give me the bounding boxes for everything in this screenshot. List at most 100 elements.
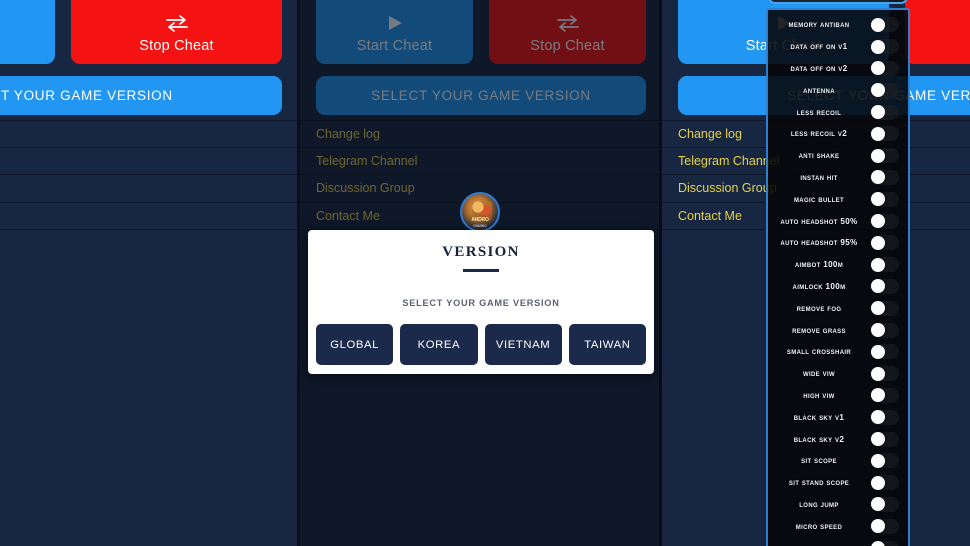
feature-row[interactable]: Sit Stand Scope xyxy=(768,472,908,494)
link-item-discussion-group[interactable]: Discussion Group xyxy=(0,175,298,203)
feature-toggle[interactable] xyxy=(870,148,899,164)
feature-row[interactable]: Black Sky V2 xyxy=(768,428,908,450)
feature-label: Memory Antiban xyxy=(788,20,850,30)
version-option-vietnam[interactable]: VIETNAM xyxy=(484,324,562,365)
screenshot-root: Start Cheat Stop Cheat SELECT YOUR GAME … xyxy=(0,0,970,546)
app-logo-avatar: ANDRO GAMING xyxy=(460,192,500,232)
feature-row[interactable]: Magic Bullet xyxy=(768,188,908,210)
version-option-taiwan[interactable]: TAIWAN xyxy=(568,324,646,365)
version-option-label: GLOBAL xyxy=(330,338,380,351)
phone-panel-right: Start Cheat Stop Cheat SELECT YOUR GAME … xyxy=(662,0,970,546)
modal-title-rule xyxy=(463,269,499,272)
feature-row[interactable]: Antenna xyxy=(768,79,908,101)
feature-toggle[interactable] xyxy=(870,344,899,360)
link-item-change-log[interactable]: Change log xyxy=(0,120,298,148)
feature-row[interactable]: Wide Viw xyxy=(768,363,908,385)
toggle-knob xyxy=(871,410,885,425)
link-item-contact-me[interactable]: Contact Me xyxy=(0,203,298,230)
feature-toggle[interactable] xyxy=(870,431,899,447)
logo-badge-text: ANDRO xyxy=(471,217,489,223)
feature-row[interactable]: Data Off On V2 xyxy=(768,58,908,80)
feature-toggle[interactable] xyxy=(870,540,899,546)
feature-row[interactable]: Auto Headshot 50% xyxy=(768,210,908,232)
feature-label: Small Crosshair xyxy=(786,347,852,357)
version-option-global[interactable]: GLOBAL xyxy=(316,324,394,365)
feature-label: Anti Shake xyxy=(798,151,840,161)
link-item-telegram-channel[interactable]: Telegram Channel xyxy=(0,148,298,175)
feature-overlay: Memory Antiban Data Off On V1 Data Off On … xyxy=(766,0,910,546)
toggle-knob xyxy=(871,432,885,447)
feature-toggle[interactable] xyxy=(870,475,899,491)
feature-toggle[interactable] xyxy=(870,39,899,55)
stop-cheat-button[interactable]: Stop Cheat xyxy=(905,0,970,64)
feature-row[interactable]: Micro Speed xyxy=(768,515,908,537)
link-list-left: Change log Telegram Channel Discussion G… xyxy=(0,120,298,230)
feature-toggle[interactable] xyxy=(870,235,899,251)
feature-row[interactable]: Less Recoil xyxy=(768,101,908,123)
feature-row[interactable]: Auto Headshot 95% xyxy=(768,232,908,254)
toggle-knob xyxy=(871,83,885,98)
feature-toggle[interactable] xyxy=(870,17,899,33)
feature-row[interactable]: Remove Fog xyxy=(768,297,908,319)
modal-option-row: GLOBAL KOREA VIETNAM TAIWAN xyxy=(316,324,646,365)
toggle-knob xyxy=(871,344,885,359)
feature-row[interactable]: Anti Shake xyxy=(768,145,908,167)
feature-toggle[interactable] xyxy=(870,126,899,142)
feature-row[interactable] xyxy=(768,537,908,546)
feature-row[interactable]: Data Off On V1 xyxy=(768,36,908,58)
feature-row[interactable]: High Viw xyxy=(768,385,908,407)
feature-toggle[interactable] xyxy=(870,278,899,294)
feature-row[interactable]: Aimbot 100M xyxy=(768,254,908,276)
feature-toggle-list[interactable]: Memory Antiban Data Off On V1 Data Off On … xyxy=(766,8,910,546)
feature-row[interactable]: Small Crosshair xyxy=(768,341,908,363)
link-label: Discussion Group xyxy=(678,181,777,196)
feature-search-box[interactable] xyxy=(768,0,908,4)
feature-toggle[interactable] xyxy=(870,409,899,425)
toggle-knob xyxy=(871,192,885,207)
feature-toggle[interactable] xyxy=(870,60,899,76)
feature-toggle[interactable] xyxy=(870,257,899,273)
feature-toggle[interactable] xyxy=(870,322,899,338)
feature-label: Aimbot 100M xyxy=(794,260,844,270)
feature-toggle[interactable] xyxy=(870,104,899,120)
version-option-label: KOREA xyxy=(417,338,461,351)
toggle-knob xyxy=(871,61,885,76)
feature-search-input[interactable] xyxy=(770,0,906,2)
feature-row[interactable]: Instan Hit xyxy=(768,167,908,189)
feature-row[interactable]: Sit Scope xyxy=(768,450,908,472)
feature-label: Long Jump xyxy=(799,499,839,509)
feature-row[interactable]: Long Jump xyxy=(768,494,908,516)
feature-toggle[interactable] xyxy=(870,453,899,469)
feature-toggle[interactable] xyxy=(870,300,899,316)
modal-title: VERSION xyxy=(442,244,520,260)
feature-toggle[interactable] xyxy=(870,496,899,512)
select-game-version-button[interactable]: SELECT YOUR GAME VERSION xyxy=(0,76,282,115)
feature-toggle[interactable] xyxy=(870,213,899,229)
feature-label: High Viw xyxy=(803,390,835,400)
feature-toggle[interactable] xyxy=(870,366,899,382)
toggle-knob xyxy=(871,214,885,229)
toggle-knob xyxy=(871,105,885,120)
feature-toggle[interactable] xyxy=(870,387,899,403)
feature-row[interactable]: Aimlock 100M xyxy=(768,276,908,298)
feature-row[interactable]: Memory Antiban xyxy=(768,14,908,36)
feature-label: Sit Scope xyxy=(801,456,837,466)
feature-toggle[interactable] xyxy=(870,518,899,534)
feature-toggle[interactable] xyxy=(870,82,899,98)
stop-cheat-button[interactable]: Stop Cheat xyxy=(71,0,282,64)
feature-label: Remove Fog xyxy=(796,303,842,313)
start-cheat-button[interactable]: Start Cheat xyxy=(0,0,55,64)
feature-row[interactable]: Black Sky V1 xyxy=(768,406,908,428)
feature-row[interactable]: Remove Grass xyxy=(768,319,908,341)
feature-toggle[interactable] xyxy=(870,169,899,185)
toggle-knob xyxy=(871,541,885,546)
stop-cheat-label: Stop Cheat xyxy=(139,38,214,54)
modal-subtitle: SELECT YOUR GAME VERSION xyxy=(402,298,560,308)
version-option-korea[interactable]: KOREA xyxy=(400,324,478,365)
feature-row[interactable]: Less Recoil V2 xyxy=(768,123,908,145)
feature-toggle[interactable] xyxy=(870,191,899,207)
select-game-version-label: SELECT YOUR GAME VERSION xyxy=(0,88,173,103)
toggle-knob xyxy=(871,366,885,381)
feature-label: Data Off On V1 xyxy=(790,42,848,52)
action-button-row: Start Cheat Stop Cheat xyxy=(0,0,282,64)
